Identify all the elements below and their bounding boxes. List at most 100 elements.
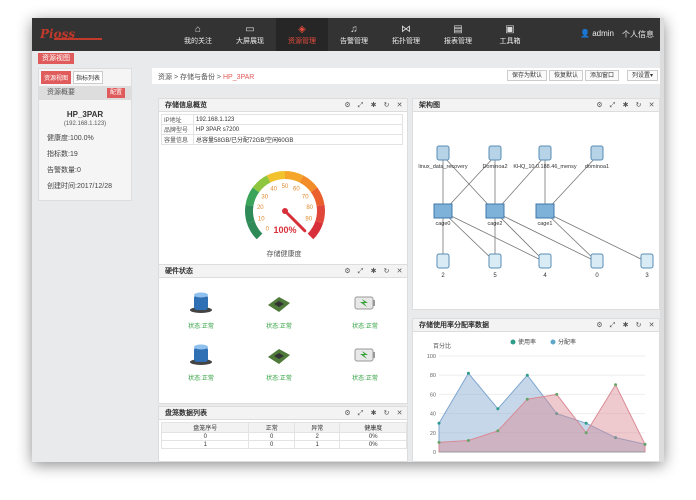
nav-item[interactable]: ▣ 工具箱 bbox=[484, 18, 536, 51]
panel-header: 盘笼数据列表 ⚙ ⤢ ✱ ↻ ✕ bbox=[159, 407, 407, 420]
hardware-item[interactable]: 状态:正常 bbox=[335, 343, 395, 382]
settings-icon[interactable]: ⚙ bbox=[344, 407, 351, 420]
close-icon[interactable]: ✕ bbox=[648, 99, 655, 112]
cage-icon[interactable] bbox=[535, 203, 555, 219]
refresh-icon[interactable]: ↻ bbox=[383, 265, 390, 278]
data-point[interactable] bbox=[614, 383, 618, 387]
table-row[interactable]: 0 0 2 0% bbox=[160, 432, 407, 441]
data-point[interactable] bbox=[437, 440, 441, 444]
disk-icon[interactable] bbox=[538, 253, 552, 269]
breadcrumb-mid[interactable]: 存储与备份 bbox=[180, 74, 215, 81]
settings-icon[interactable]: ⚙ bbox=[596, 319, 603, 332]
disk-label: 5 bbox=[493, 273, 497, 279]
disk-icon[interactable] bbox=[436, 253, 450, 269]
tab-strip bbox=[32, 51, 664, 65]
nav-item[interactable]: ▭ 大屏展现 bbox=[224, 18, 276, 51]
storage-info-panel: 存储信息概览 ⚙ ⤢ ✱ ↻ ✕ IP地址 192.168.1.123 品牌型号 HP 3P… bbox=[158, 98, 408, 268]
data-point[interactable] bbox=[525, 397, 529, 401]
hardware-item[interactable]: 状态:正常 bbox=[171, 291, 231, 330]
column-header[interactable]: 异常 bbox=[293, 422, 341, 433]
data-point[interactable] bbox=[584, 431, 588, 435]
config-badge[interactable]: 配置 bbox=[106, 88, 125, 98]
column-settings-button[interactable]: 列设置▾ bbox=[626, 70, 658, 81]
breadcrumb: 资源 > 存储与备份 > HP_3PAR bbox=[158, 72, 254, 82]
add-window-button[interactable]: 添加窗口 bbox=[584, 70, 619, 81]
expand-icon[interactable]: ⤢ bbox=[357, 99, 364, 112]
server-icon[interactable] bbox=[488, 145, 502, 161]
expand-icon[interactable]: ⤢ bbox=[357, 407, 364, 420]
gear-icon[interactable]: ✱ bbox=[370, 407, 377, 420]
board-status-icon bbox=[268, 297, 290, 312]
data-point[interactable] bbox=[437, 421, 441, 425]
nav-item[interactable]: ⌂ 我的关注 bbox=[172, 18, 224, 51]
save-default-button[interactable]: 保存为默认 bbox=[506, 70, 547, 81]
gear-icon[interactable]: ✱ bbox=[622, 319, 629, 332]
table-row[interactable]: 1 0 1 0% bbox=[160, 440, 407, 449]
data-point[interactable] bbox=[643, 442, 647, 446]
user-menu[interactable]: 👤 admin bbox=[580, 29, 614, 40]
column-header[interactable]: 正常 bbox=[248, 422, 295, 433]
hardware-item[interactable]: 状态:正常 bbox=[249, 343, 309, 382]
settings-icon[interactable]: ⚙ bbox=[344, 265, 351, 278]
close-icon[interactable]: ✕ bbox=[648, 319, 655, 332]
brand-logo[interactable]: Pioss bbox=[40, 27, 104, 42]
data-point[interactable] bbox=[555, 392, 559, 396]
data-point[interactable] bbox=[466, 371, 470, 375]
data-point[interactable] bbox=[466, 438, 470, 442]
close-icon[interactable]: ✕ bbox=[396, 265, 403, 278]
hardware-item[interactable]: 状态:正常 bbox=[171, 343, 231, 382]
vertical-scrollbar[interactable] bbox=[660, 18, 664, 462]
restore-default-button[interactable]: 恢复默认 bbox=[548, 70, 583, 81]
gear-icon[interactable]: ✱ bbox=[622, 99, 629, 112]
nav-item[interactable]: ♫ 告警管理 bbox=[328, 18, 380, 51]
disk-label: 3 bbox=[645, 273, 649, 279]
disk-icon[interactable] bbox=[488, 253, 502, 269]
cage-icon[interactable] bbox=[433, 203, 453, 219]
column-header[interactable]: 盘笼序号 bbox=[160, 422, 250, 433]
settings-icon[interactable]: ⚙ bbox=[596, 99, 603, 112]
close-icon[interactable]: ✕ bbox=[396, 99, 403, 112]
cage-icon[interactable] bbox=[485, 203, 505, 219]
hardware-item[interactable]: 状态:正常 bbox=[249, 291, 309, 330]
y-axis-label: 百分比 bbox=[433, 342, 451, 350]
nav-item[interactable]: ▤ 报表管理 bbox=[432, 18, 484, 51]
disk-icon[interactable] bbox=[640, 253, 654, 269]
tab-metric-list[interactable]: 指标列表 bbox=[73, 71, 104, 84]
refresh-icon[interactable]: ↻ bbox=[635, 319, 642, 332]
nav-item[interactable]: ◈ 资源管理 bbox=[276, 18, 328, 51]
server-icon[interactable] bbox=[436, 145, 450, 161]
nav-item[interactable]: ⋈ 拓扑管理 bbox=[380, 18, 432, 51]
expand-icon[interactable]: ⤢ bbox=[609, 319, 616, 332]
profile-link[interactable]: 个人信息 bbox=[622, 29, 654, 40]
hardware-item[interactable]: 状态:正常 bbox=[335, 291, 395, 330]
data-point[interactable] bbox=[525, 373, 529, 377]
close-icon[interactable]: ✕ bbox=[396, 407, 403, 420]
info-key: 容量信息 bbox=[161, 134, 194, 145]
breadcrumb-root[interactable]: 资源 bbox=[158, 74, 172, 81]
data-point[interactable] bbox=[584, 421, 588, 425]
gauge-tick-label: 70 bbox=[302, 194, 309, 200]
hardware-status: 状态:正常 bbox=[188, 376, 214, 382]
legend-label[interactable]: 分配率 bbox=[558, 338, 576, 346]
gear-icon[interactable]: ✱ bbox=[370, 99, 377, 112]
refresh-icon[interactable]: ↻ bbox=[383, 407, 390, 420]
server-icon[interactable] bbox=[590, 145, 604, 161]
topology-diagram[interactable]: linux_data_recovery Dominoa2 KHQ_10.0.188.… bbox=[413, 112, 659, 308]
refresh-icon[interactable]: ↻ bbox=[635, 99, 642, 112]
tab-resource-view-small[interactable]: 资源视图 bbox=[41, 71, 72, 84]
hardware-status: 状态:正常 bbox=[352, 376, 378, 382]
data-point[interactable] bbox=[496, 429, 500, 433]
tab-resource-view[interactable]: 资源视图 bbox=[38, 53, 74, 64]
column-header[interactable]: 健康度 bbox=[339, 422, 407, 433]
data-point[interactable] bbox=[496, 407, 500, 411]
expand-icon[interactable]: ⤢ bbox=[357, 265, 364, 278]
usage-area-chart: 百分比 0 20 40 60 80 100 使用率 分配率 bbox=[427, 338, 647, 456]
cage-label: cage2 bbox=[488, 221, 503, 227]
expand-icon[interactable]: ⤢ bbox=[609, 99, 616, 112]
legend-label[interactable]: 使用率 bbox=[518, 338, 536, 346]
server-icon[interactable] bbox=[538, 145, 552, 161]
gear-icon[interactable]: ✱ bbox=[370, 265, 377, 278]
refresh-icon[interactable]: ↻ bbox=[383, 99, 390, 112]
disk-icon[interactable] bbox=[590, 253, 604, 269]
settings-icon[interactable]: ⚙ bbox=[344, 99, 351, 112]
